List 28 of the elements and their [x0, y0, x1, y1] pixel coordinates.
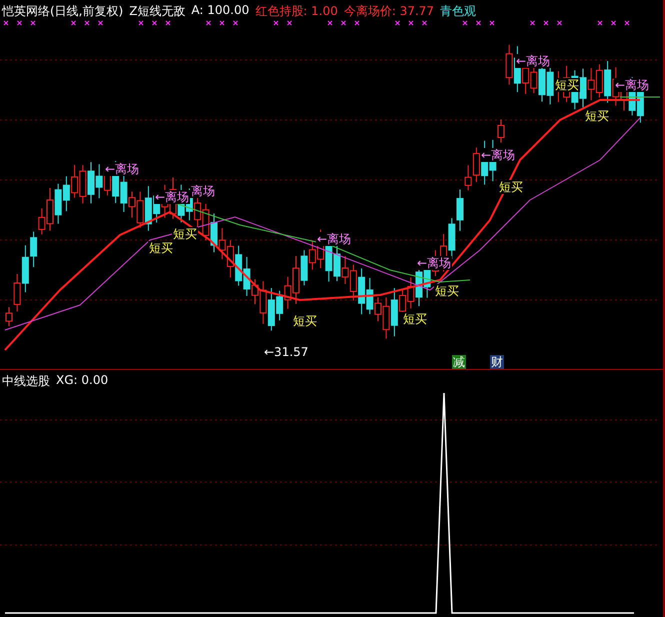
indicator-name: Z短线无敌 [129, 3, 186, 20]
signal-label: 短买 [148, 241, 174, 255]
signal-label: ←离场 [104, 162, 140, 176]
signal-label: ←离场 [515, 54, 552, 68]
event-tag: 减 [452, 355, 466, 369]
signal-label: 短买 [434, 284, 460, 298]
indicator-value: 今离场价: 37.77 [344, 3, 434, 20]
signal-label: 短买 [498, 180, 524, 194]
signal-label: 短买 [554, 78, 580, 92]
signal-label: 短买 [584, 109, 610, 123]
indicator-value: XG: 0.00 [56, 373, 108, 389]
stock-title: 恺英网络(日线,前复权) [2, 3, 124, 20]
signal-label: ←离场 [480, 148, 516, 162]
indicator-name: 中线选股 [2, 373, 50, 390]
signal-label: 短买 [172, 227, 198, 241]
signal-label: 离场 [190, 184, 216, 198]
signal-label: ←离场 [154, 190, 190, 204]
signal-label: ←离场 [316, 232, 352, 246]
signal-label: ←离场 [416, 256, 452, 270]
signal-label: 短买 [292, 314, 318, 328]
indicator-value: 青色观 [440, 3, 476, 20]
signal-label: 短买 [402, 312, 428, 326]
low-price-label: ←31.57 [263, 345, 310, 359]
event-tag: 财 [490, 355, 504, 369]
indicator-value: A: 100.00 [191, 3, 250, 19]
signal-label: ←离场 [614, 78, 650, 92]
indicator-value: 红色持股: 1.00 [255, 3, 338, 20]
moving-average-line [620, 96, 660, 98]
